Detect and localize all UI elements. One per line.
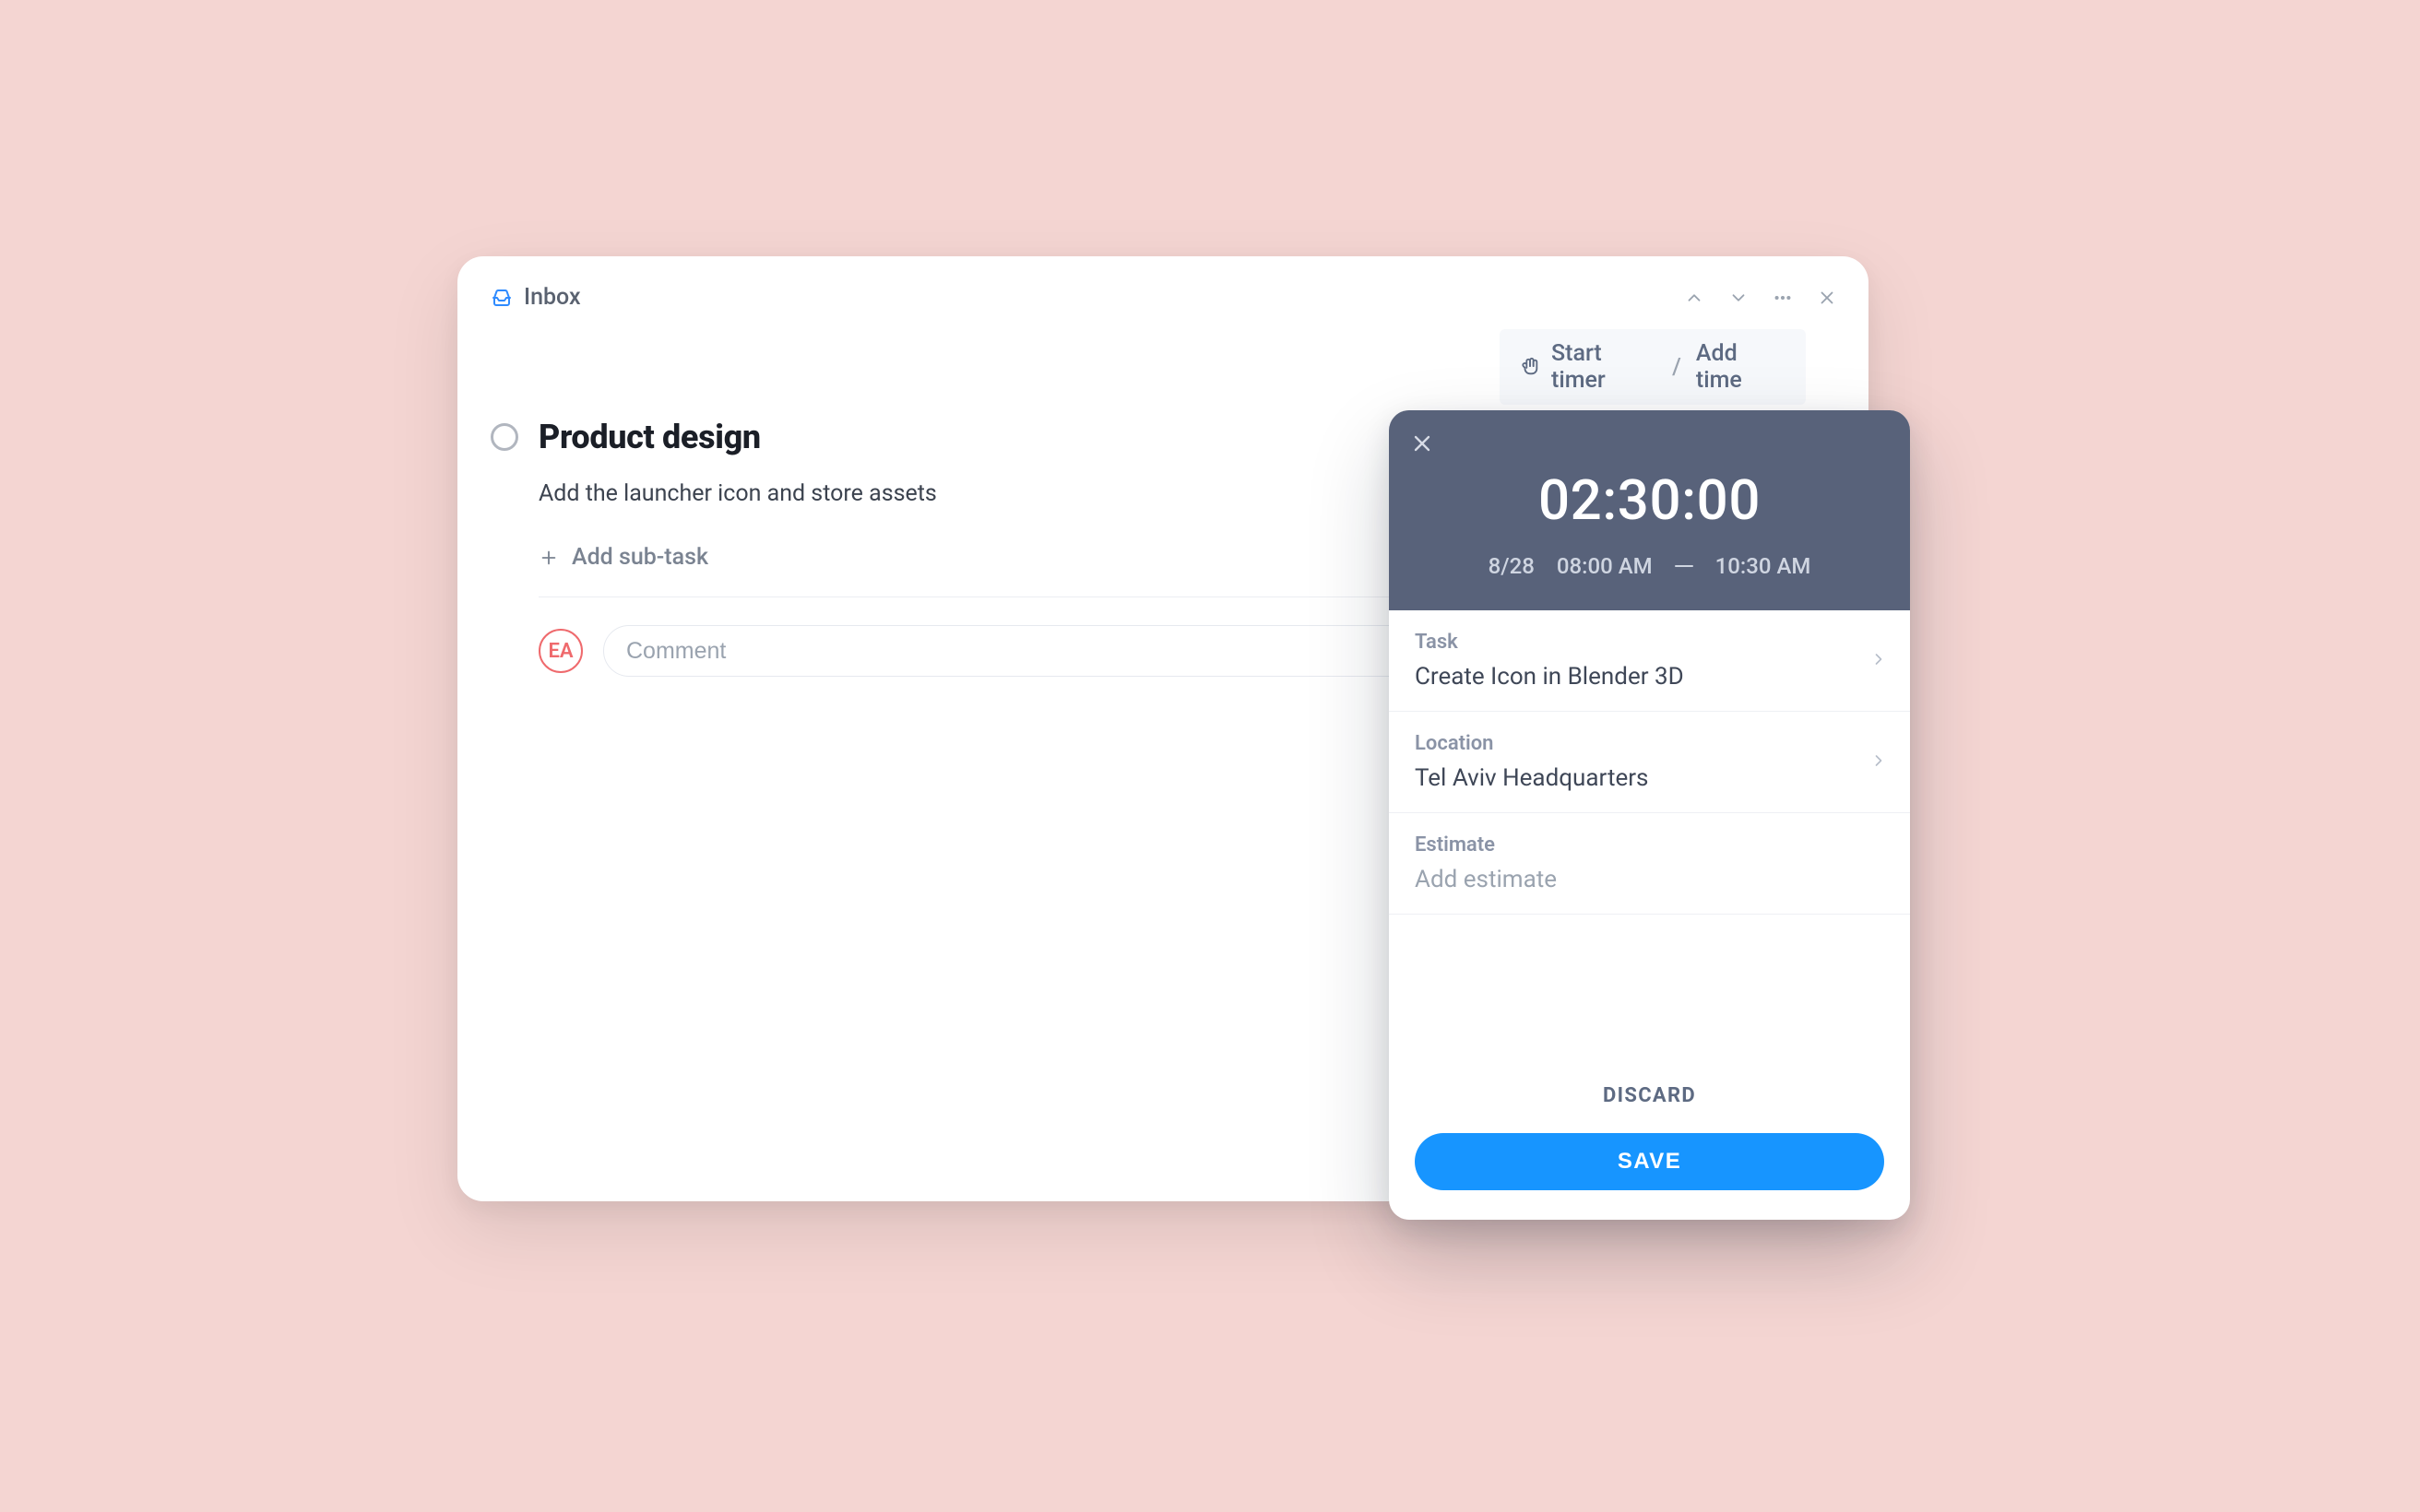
time-range: 8/28 08:00 AM 10:30 AM xyxy=(1415,553,1884,579)
panel-task-label: Task xyxy=(1415,631,1884,654)
duration-value[interactable]: 02:30:00 xyxy=(1415,467,1884,533)
panel-location-value: Tel Aviv Headquarters xyxy=(1415,764,1884,792)
timer-separator: / xyxy=(1668,354,1685,381)
panel-estimate-row[interactable]: Estimate Add estimate xyxy=(1389,813,1910,915)
task-complete-checkbox[interactable] xyxy=(491,423,518,451)
save-button[interactable]: SAVE xyxy=(1415,1133,1884,1190)
panel-header: 02:30:00 8/28 08:00 AM 10:30 AM xyxy=(1389,410,1910,610)
prev-task-button[interactable] xyxy=(1684,288,1704,308)
chevron-right-icon xyxy=(1869,751,1888,774)
window-actions xyxy=(1684,288,1837,308)
time-entry-panel: 02:30:00 8/28 08:00 AM 10:30 AM Task Cre… xyxy=(1389,410,1910,1220)
more-menu-button[interactable] xyxy=(1773,288,1793,308)
timer-bar: Start timer / Add time xyxy=(1500,329,1806,405)
panel-location-row[interactable]: Location Tel Aviv Headquarters xyxy=(1389,712,1910,813)
close-window-button[interactable] xyxy=(1817,288,1837,308)
add-time-link[interactable]: Add time xyxy=(1696,340,1785,394)
avatar: EA xyxy=(539,629,583,673)
timer-icon xyxy=(1520,357,1540,377)
breadcrumb[interactable]: Inbox xyxy=(491,284,581,311)
panel-task-row[interactable]: Task Create Icon in Blender 3D xyxy=(1389,610,1910,712)
inbox-icon xyxy=(491,287,513,309)
panel-task-value: Create Icon in Blender 3D xyxy=(1415,663,1884,691)
plus-icon xyxy=(539,548,559,568)
panel-estimate-placeholder: Add estimate xyxy=(1415,866,1884,893)
window-header: Inbox xyxy=(457,278,1868,329)
panel-location-label: Location xyxy=(1415,732,1884,755)
time-range-date[interactable]: 8/28 xyxy=(1489,553,1535,579)
start-timer-link[interactable]: Start timer xyxy=(1551,340,1657,394)
discard-button[interactable]: DISCARD xyxy=(1415,1077,1884,1115)
dash-icon xyxy=(1675,565,1693,567)
next-task-button[interactable] xyxy=(1728,288,1749,308)
close-panel-button[interactable] xyxy=(1409,431,1435,456)
add-subtask-label: Add sub-task xyxy=(572,544,708,571)
panel-estimate-label: Estimate xyxy=(1415,833,1884,856)
time-range-end[interactable]: 10:30 AM xyxy=(1715,553,1811,579)
chevron-right-icon xyxy=(1869,650,1888,672)
time-range-start[interactable]: 08:00 AM xyxy=(1557,553,1653,579)
breadcrumb-label: Inbox xyxy=(524,284,581,311)
